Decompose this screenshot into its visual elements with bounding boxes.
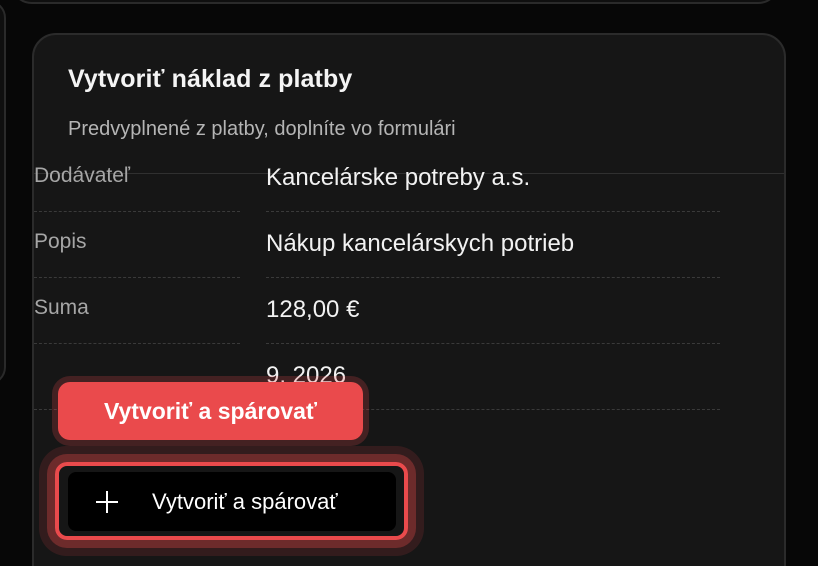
plus-icon [96,490,118,513]
left-panel [0,0,6,385]
detail-row-amount: Suma 128,00 € [34,278,720,344]
top-panel [10,0,780,4]
detail-value: 128,00 € [266,296,720,344]
create-and-pair-button[interactable]: Vytvoriť a spárovať [68,472,396,531]
detail-label: Dodávateľ [34,164,240,212]
card-title: Vytvoriť náklad z platby [68,65,353,93]
detail-value: Kancelárske potreby a.s. [266,164,720,212]
detail-row-description: Popis Nákup kancelárskych potrieb [34,212,720,278]
screen: Vytvoriť náklad z platby Predvyplnené z … [0,0,818,566]
detail-value: Nákup kancelárskych potrieb [266,230,720,278]
button-label: Vytvoriť a spárovať [152,488,338,514]
detail-row-supplier: Dodávateľ Kancelárske potreby a.s. [34,146,720,212]
card-subtitle: Predvyplnené z platby, doplníte vo formu… [68,118,456,140]
detail-list: Dodávateľ Kancelárske potreby a.s. Popis… [34,146,720,410]
action-tooltip: Vytvoriť a spárovať [58,382,363,440]
detail-label: Popis [34,230,240,278]
detail-label: Suma [34,296,240,344]
